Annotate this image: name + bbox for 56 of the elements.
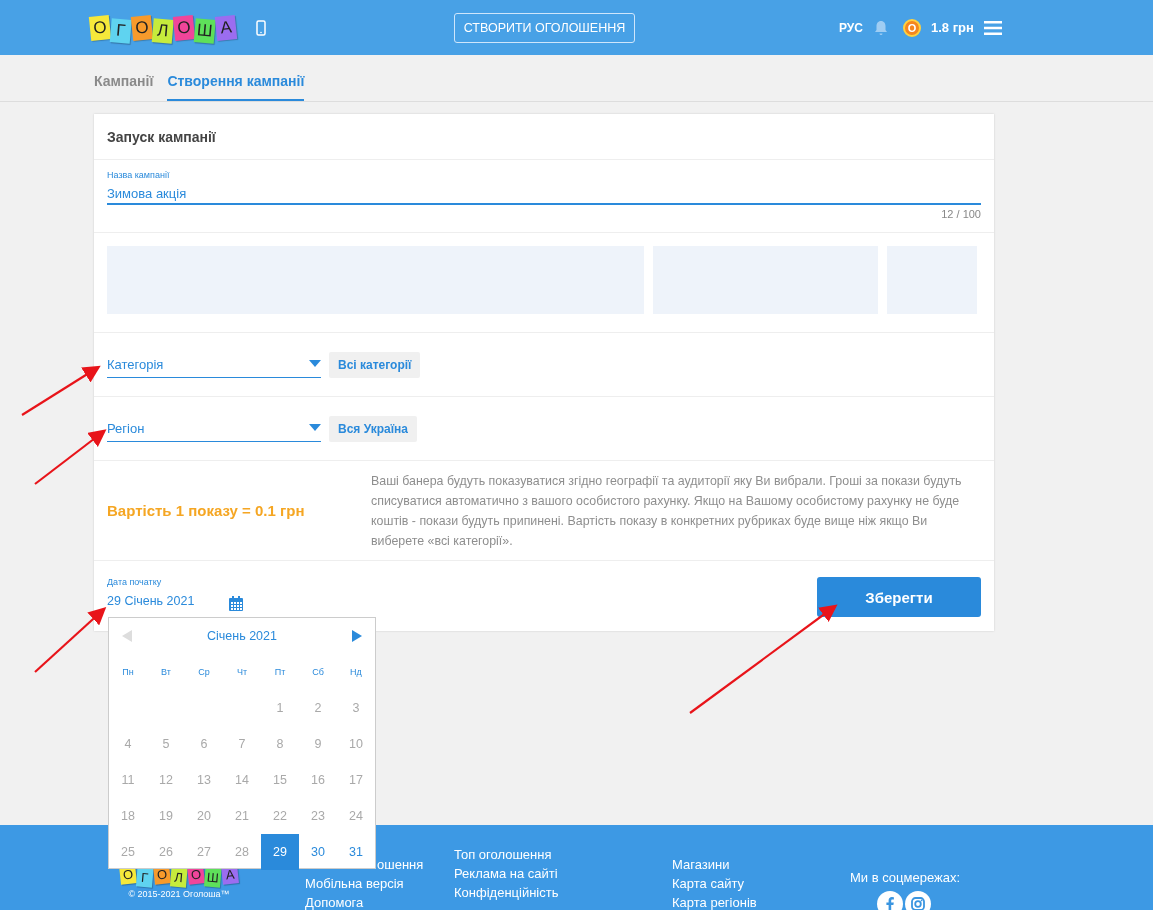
calendar-icon[interactable] [229,596,243,611]
facebook-icon[interactable] [877,891,903,910]
footer-link[interactable]: Магазини [672,857,757,872]
selection-button[interactable]: Всі категорії [329,351,421,378]
weekday-label: Ср [197,666,211,679]
month-title: Січень 2021 [207,629,277,643]
save-button[interactable]: Зберегти [817,577,981,617]
balance[interactable]: 1.8 грн [931,20,974,35]
notice-text: Ваші банера будуть показуватися згідно географії та аудиторії яку Ви вибрали. Гроші за покази будуть списуватися автоматично з вашого особистого рахунку. Якщо на Вашому особистому рахунку не буде коштів - покази будуть припинені. Вартість показу в конкретних рубриках буде вище ніж якщо Ви виберете «всі категорії». [371,472,963,550]
logo-note: Г [109,17,132,44]
tab[interactable]: Кампанії [94,73,154,101]
footer-link[interactable]: Мобільна версія [305,876,424,891]
footer-link[interactable]: Реклама на сайті [454,866,559,881]
dropdown[interactable]: Категорія [107,351,321,378]
instagram-icon[interactable] [905,891,931,910]
footer-link[interactable]: Карта регіонів [672,895,757,910]
phone-icon[interactable] [256,19,266,36]
weekday-label: Вт [160,666,172,679]
coin-badge: О [903,18,921,37]
weekday-label: Сб [311,666,325,679]
logo-note: А [214,14,238,41]
footer-link[interactable]: Конфіденційність [454,885,559,900]
weekday-label: Нд [349,666,363,679]
language-label: РУС [839,20,863,35]
logo-note: О [88,14,112,41]
caret-icon [309,424,321,432]
footer-link[interactable]: ошення [377,857,424,872]
bell-icon[interactable] [873,19,889,36]
start-date-field[interactable]: Дата початку 29 Січень 2021 [107,577,229,608]
logo-note: Ш [193,17,216,44]
logo[interactable]: О Г О Л О Ш А [90,15,236,40]
calendar-day[interactable]: 30 [299,834,337,870]
create-ad-button[interactable]: СТВОРИТИ ОГОЛОШЕННЯ [454,13,635,43]
campaign-name-field[interactable]: Назва кампанії Зимова акція [107,170,981,205]
tab[interactable]: Створення кампанії [167,73,305,101]
next-month-icon[interactable] [352,630,362,642]
weekday-label: Пт [273,666,287,679]
card-title: Запуск кампанії [107,128,216,145]
logo-note: О [130,14,154,41]
social-title: Ми в соцмережах: [850,870,961,885]
calendar-day[interactable]: 29 [261,834,299,870]
calendar-day[interactable]: 31 [337,834,375,870]
footer-link[interactable]: Топ оголошення [454,847,559,862]
footer-link[interactable]: Допомога [305,895,424,910]
logo-note: О [172,14,196,41]
menu-icon[interactable] [983,20,1002,35]
footer-link[interactable]: Карта сайту [672,876,757,891]
weekday-label: Пн [121,666,135,679]
selection-button[interactable]: Вся Україна [329,415,417,442]
character-counter: 12 / 100 [941,208,981,220]
copyright: © 2015-2021 Оголоша™ [128,889,230,899]
weekday-label: Чт [235,666,249,679]
caret-icon [309,360,321,368]
logo-note: Л [151,17,174,44]
price-text: Вартість 1 показу = 0.1 грн [107,502,306,519]
dropdown[interactable]: Регіон [107,415,321,442]
